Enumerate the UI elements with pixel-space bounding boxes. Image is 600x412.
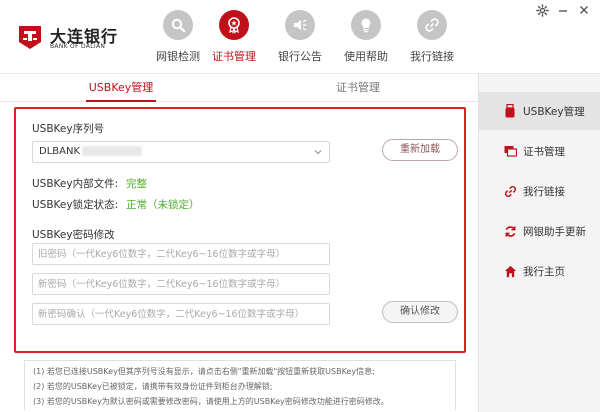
nav-item-check[interactable]: 网银检测 (148, 8, 208, 68)
new-password-input[interactable] (32, 273, 330, 295)
lock-status-value: 正常（未锁定） (126, 199, 200, 211)
nav-item-links[interactable]: 我行链接 (402, 8, 462, 68)
right-sidebar: USBKey管理 证书管理 我行链接 网银助手更新 我行主页 (478, 74, 600, 412)
certificate-icon (219, 10, 249, 40)
tab-bar: USBKey管理 证书管理 (0, 74, 478, 102)
magnifier-icon (163, 10, 193, 40)
usbkey-icon (503, 104, 517, 118)
app-header: 大连银行 BANK OF DALIAN 网银检测 证书管理 银行公告 使用帮助 … (0, 0, 600, 74)
help-note: (3) 若您的USBKey为默认密码或需要修改密码，请使用上方的USBKey密码… (33, 397, 389, 406)
nav-label: 使用帮助 (344, 50, 388, 63)
sidebar-item-label: 我行链接 (523, 186, 565, 198)
password-section-label: USBKey密码修改 (32, 229, 115, 241)
nav-item-announcements[interactable]: 银行公告 (270, 8, 330, 68)
home-icon (503, 264, 517, 278)
sidebar-item-label: USBKey管理 (523, 106, 585, 118)
serial-select[interactable]: DLBANK (32, 141, 330, 163)
speaker-icon (285, 10, 315, 40)
chevron-down-icon (314, 150, 322, 155)
link-icon (417, 10, 447, 40)
confirm-password-input[interactable] (32, 303, 330, 325)
reload-button[interactable]: 重新加载 (382, 139, 458, 161)
sidebar-item-certificates[interactable]: 证书管理 (479, 132, 600, 170)
gear-icon[interactable] (534, 2, 550, 18)
certificate-card-icon (503, 144, 517, 158)
link-icon (503, 184, 517, 198)
refresh-icon (503, 224, 517, 238)
old-password-input[interactable] (32, 243, 330, 265)
bank-logo-mark-icon (19, 26, 41, 49)
usbkey-panel: USBKey序列号 DLBANK 重新加载 USBKey内部文件: 完整 USB… (14, 107, 466, 353)
help-note: (1) 若您已连接USBKey但其序列号没有显示，请点击右侧"重新加载"按钮重新… (33, 367, 375, 376)
help-note: (2) 若您的USBKey已被锁定，请携带有效身份证件到柜台办理解锁; (33, 382, 273, 391)
nav-label: 网银检测 (156, 50, 200, 63)
sidebar-item-update[interactable]: 网银助手更新 (479, 212, 600, 250)
sidebar-item-label: 网银助手更新 (523, 226, 586, 238)
nav-item-help[interactable]: 使用帮助 (336, 8, 396, 68)
tab-certificate-management[interactable]: 证书管理 (320, 74, 396, 102)
minimize-icon[interactable] (555, 2, 571, 18)
serial-label: USBKey序列号 (32, 123, 105, 135)
bank-logo: 大连银行 BANK OF DALIAN (16, 20, 146, 54)
help-notes: (1) 若您已连接USBKey但其序列号没有显示，请点击右侧"重新加载"按钮重新… (24, 360, 456, 410)
serial-value: DLBANK (39, 146, 81, 157)
close-icon[interactable] (576, 2, 592, 18)
file-status-label: USBKey内部文件: (32, 178, 119, 190)
lightbulb-icon (351, 10, 381, 40)
nav-label: 证书管理 (212, 50, 256, 63)
sidebar-item-links[interactable]: 我行链接 (479, 172, 600, 210)
tab-usbkey-management[interactable]: USBKey管理 (80, 74, 162, 102)
file-status-value: 完整 (126, 178, 147, 190)
nav-label: 我行链接 (410, 50, 454, 63)
nav-label: 银行公告 (278, 50, 322, 63)
main-content: USBKey序列号 DLBANK 重新加载 USBKey内部文件: 完整 USB… (0, 102, 478, 412)
serial-redacted (82, 146, 143, 156)
sidebar-item-usbkey[interactable]: USBKey管理 (479, 92, 600, 130)
sidebar-item-label: 证书管理 (523, 146, 565, 158)
sidebar-item-homepage[interactable]: 我行主页 (479, 252, 600, 290)
bank-name-en: BANK OF DALIAN (50, 43, 106, 50)
window-controls (534, 2, 594, 20)
lock-status-label: USBKey锁定状态: (32, 199, 119, 211)
confirm-change-button[interactable]: 确认修改 (382, 301, 458, 323)
sidebar-item-label: 我行主页 (523, 266, 565, 278)
nav-item-certificates[interactable]: 证书管理 (204, 8, 264, 68)
